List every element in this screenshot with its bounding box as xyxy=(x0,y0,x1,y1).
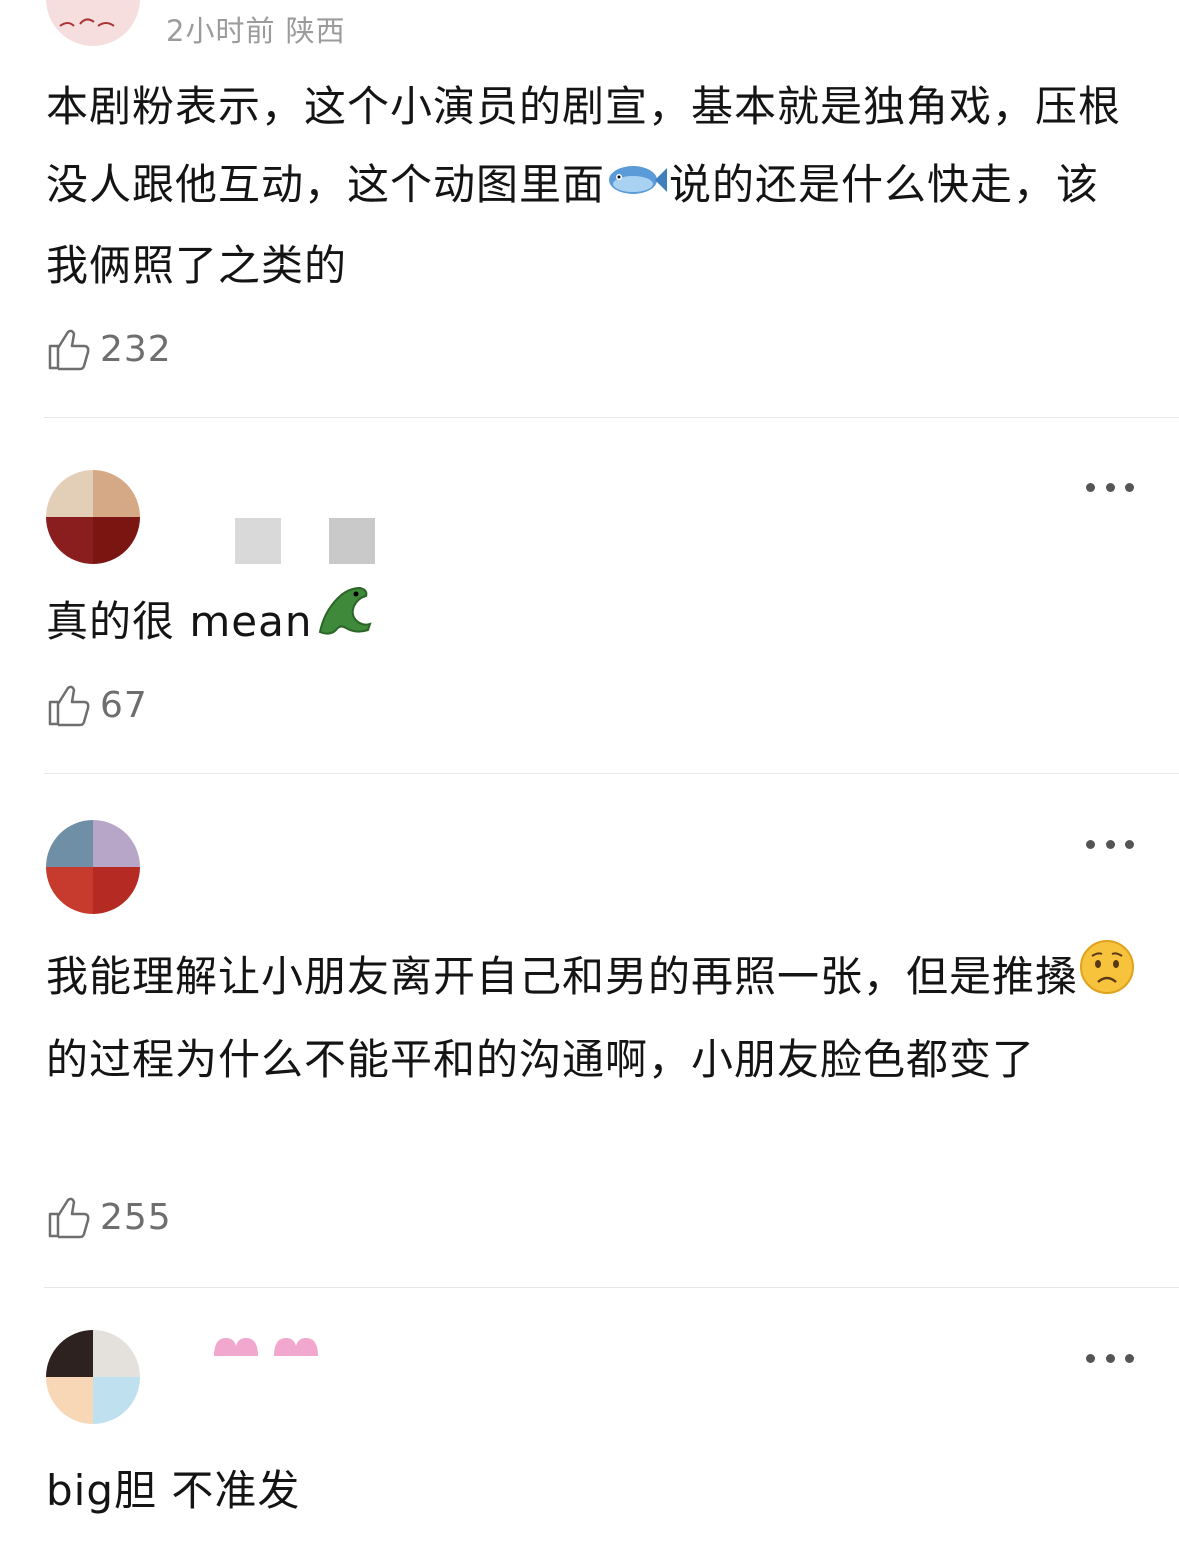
username-redacted xyxy=(329,518,375,564)
comment-text: 真的很 mean xyxy=(46,582,1136,667)
thumbs-up-icon xyxy=(48,1197,90,1239)
comment-text: 本剧粉表示，这个小演员的剧宣，基本就是独角戏，压根没人跟他互动，这个动图里面 说… xyxy=(46,82,1122,290)
avatar[interactable] xyxy=(46,820,140,914)
like-button[interactable]: 67 xyxy=(46,682,148,728)
worried-face-emoji xyxy=(1078,938,1136,1021)
divider xyxy=(44,1287,1179,1288)
avatar[interactable] xyxy=(46,470,140,564)
like-button[interactable]: 255 xyxy=(46,1194,172,1240)
divider xyxy=(44,417,1179,418)
like-button[interactable]: 232 xyxy=(46,326,172,372)
comment-text: big胆 不准发 xyxy=(46,1466,301,1515)
more-options-button[interactable] xyxy=(1086,482,1134,492)
avatar[interactable] xyxy=(46,0,140,46)
more-options-button[interactable] xyxy=(1086,839,1134,849)
like-count: 67 xyxy=(100,684,148,726)
thumbs-up-icon xyxy=(48,329,90,371)
like-count: 255 xyxy=(100,1196,172,1238)
fish-emoji xyxy=(605,149,669,227)
thumbs-up-icon xyxy=(48,685,90,727)
avatar[interactable] xyxy=(46,1330,140,1424)
comment-meta: 2小时前 陕西 xyxy=(166,14,346,48)
username-decoration xyxy=(210,1332,330,1360)
username-redacted xyxy=(235,518,281,564)
crocodile-emoji xyxy=(312,582,374,667)
like-count: 232 xyxy=(100,328,172,370)
comment-text: 我能理解让小朋友离开自己和男的再照一张，但是推搡 的过程为什么不能平和的沟通啊，… xyxy=(46,938,1136,1099)
more-options-button[interactable] xyxy=(1086,1353,1134,1363)
divider xyxy=(44,773,1179,774)
